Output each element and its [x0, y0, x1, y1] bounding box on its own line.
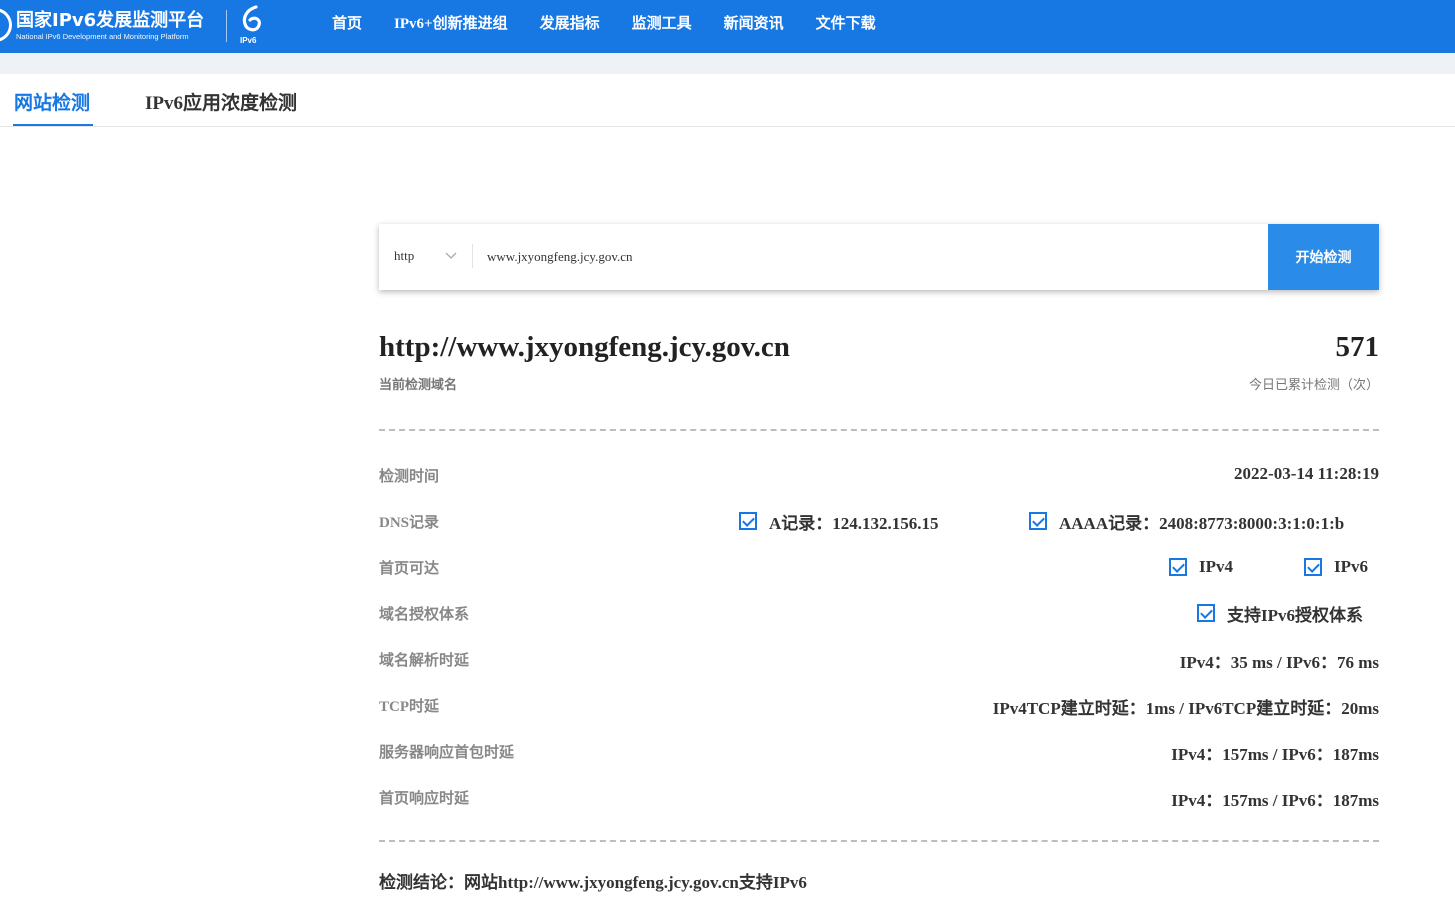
row-label: 域名授权体系 — [379, 607, 470, 623]
today-check-count: 571 — [1335, 331, 1380, 363]
row-label: 服务器响应首包时延 — [379, 745, 515, 761]
aaaa-record-item: AAAA记录：2408:8773:8000:3:1:0:1:b — [1029, 506, 1344, 536]
row-label: 首页响应时延 — [379, 791, 470, 807]
ipv6-reachable-text: IPv6 — [1334, 557, 1368, 576]
dns-latency-value: IPv4：35 ms / IPv6：76 ms — [1179, 653, 1379, 672]
row-dns-records: DNS记录 A记录：124.132.156.15 AAAA记录：2408:877… — [379, 506, 1379, 536]
checked-domain-caption: 当前检测域名 — [379, 377, 458, 392]
ipv6-auth-text: 支持IPv6授权体系 — [1227, 605, 1363, 625]
ipv6-badge-text: IPv6 — [240, 36, 257, 45]
nav-monitoring-tools[interactable]: 监测工具 — [632, 0, 692, 53]
aaaa-record-text: AAAA记录：2408:8773:8000:3:1:0:1:b — [1059, 513, 1345, 533]
tab-ipv6-app-density[interactable]: IPv6应用浓度检测 — [145, 88, 297, 115]
logo-mark-icon — [0, 8, 12, 42]
tool-tabs: 网站检测 IPv6应用浓度检测 — [0, 74, 1455, 127]
chevron-down-icon[interactable] — [444, 248, 458, 262]
a-record-item: A记录：124.132.156.15 — [739, 506, 939, 536]
tab-website-check[interactable]: 网站检测 — [14, 88, 90, 115]
row-label: 首页可达 — [379, 561, 440, 577]
homepage-latency-value: IPv4：157ms / IPv6：187ms — [1171, 791, 1379, 810]
row-check-time: 检测时间 2022-03-14 11:28:19 — [379, 460, 1379, 490]
ipv4-reachable-text: IPv4 — [1199, 557, 1233, 576]
active-tab-indicator — [13, 124, 93, 126]
protocol-divider — [472, 244, 473, 268]
checkbox-checked-icon — [1029, 512, 1047, 530]
row-first-packet-latency: 服务器响应首包时延 IPv4：157ms / IPv6：187ms — [379, 736, 1379, 766]
ipv6-swirl-icon — [242, 5, 261, 32]
today-check-count-caption: 今日已累计检测（次） — [1248, 377, 1379, 392]
top-navigation-bar: 国家IPv6发展监测平台 National IPv6 Development a… — [0, 0, 1455, 53]
ipv6-badge: IPv6 — [236, 4, 268, 48]
checkbox-checked-icon — [1304, 558, 1322, 576]
start-check-button[interactable]: 开始检测 — [1268, 224, 1379, 290]
check-conclusion: 检测结论：网站http://www.jxyongfeng.jcy.gov.cn支… — [379, 873, 807, 892]
ipv6-auth-item: 支持IPv6授权体系 — [1197, 598, 1363, 628]
logo-subtitle: National IPv6 Development and Monitoring… — [16, 32, 189, 41]
main-nav: 首页 IPv6+创新推进组 发展指标 监测工具 新闻资讯 文件下载 — [332, 0, 908, 53]
checked-domain: http://www.jxyongfeng.jcy.gov.cn — [379, 331, 790, 363]
check-time-value: 2022-03-14 11:28:19 — [1234, 464, 1379, 483]
row-homepage-reachable: 首页可达 IPv4 IPv6 — [379, 552, 1379, 582]
divider-bottom — [379, 840, 1379, 842]
row-tcp-latency: TCP时延 IPv4TCP建立时延：1ms / IPv6TCP建立时延：20ms — [379, 690, 1379, 720]
divider-top — [379, 429, 1379, 431]
checkbox-checked-icon — [1197, 604, 1215, 622]
row-label: TCP时延 — [379, 699, 440, 715]
checkbox-checked-icon — [739, 512, 757, 530]
row-dns-latency: 域名解析时延 IPv4：35 ms / IPv6：76 ms — [379, 644, 1379, 674]
logo-divider — [226, 10, 227, 42]
nav-news[interactable]: 新闻资讯 — [724, 0, 784, 53]
row-domain-auth: 域名授权体系 支持IPv6授权体系 — [379, 598, 1379, 628]
nav-development-indicators[interactable]: 发展指标 — [540, 0, 600, 53]
nav-downloads[interactable]: 文件下载 — [816, 0, 876, 53]
url-input[interactable] — [481, 242, 1253, 272]
checkbox-checked-icon — [1169, 558, 1187, 576]
tcp-latency-value: IPv4TCP建立时延：1ms / IPv6TCP建立时延：20ms — [992, 699, 1379, 718]
row-label: 检测时间 — [379, 469, 440, 485]
url-search-bar: http 开始检测 — [379, 224, 1379, 290]
protocol-select[interactable]: http — [394, 248, 414, 264]
logo-title: 国家IPv6发展监测平台 — [16, 10, 205, 31]
row-label: DNS记录 — [379, 515, 440, 531]
row-homepage-latency: 首页响应时延 IPv4：157ms / IPv6：187ms — [379, 782, 1379, 812]
ipv6-reachable-item: IPv6 — [1304, 552, 1368, 582]
header-spacer — [0, 53, 1455, 74]
nav-home[interactable]: 首页 — [332, 0, 362, 53]
row-label: 域名解析时延 — [379, 653, 470, 669]
nav-ipv6-plus-group[interactable]: IPv6+创新推进组 — [394, 0, 508, 53]
first-packet-latency-value: IPv4：157ms / IPv6：187ms — [1171, 745, 1379, 764]
a-record-text: A记录：124.132.156.15 — [769, 513, 939, 533]
ipv4-reachable-item: IPv4 — [1169, 552, 1233, 582]
